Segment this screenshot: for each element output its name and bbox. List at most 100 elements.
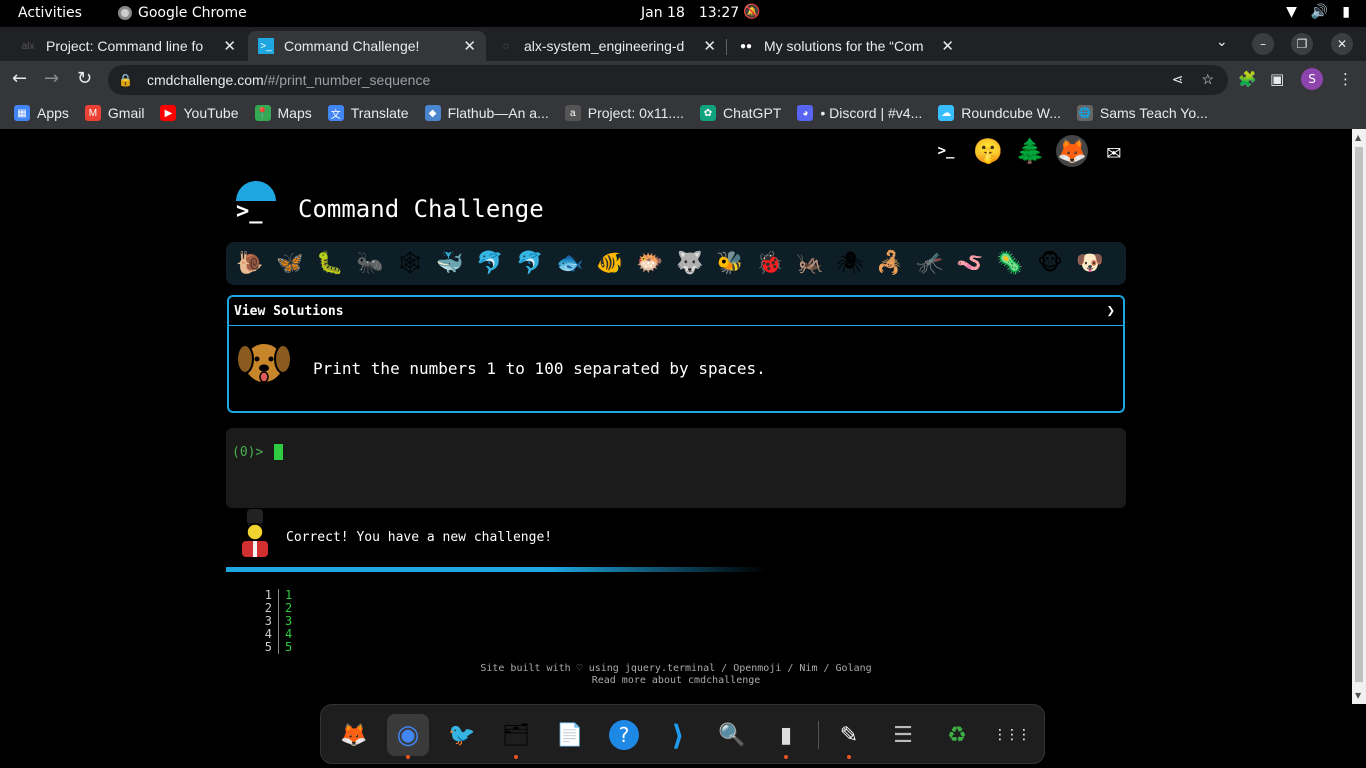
bookmark-flathub[interactable]: ◆ Flathub—An a... xyxy=(424,105,549,121)
success-message: Correct! You have a new challenge! xyxy=(286,530,553,545)
bookmark-translate[interactable]: 文 Translate xyxy=(327,105,409,121)
challenge-animal-icon[interactable]: 🪱 xyxy=(954,248,986,280)
browser-toolbar: ← → ↻ 🔒 cmdchallenge.com/#/print_number_… xyxy=(0,61,1366,97)
bookmark-gmail[interactable]: M Gmail xyxy=(84,105,144,121)
challenge-animal-icon[interactable]: 🐬 xyxy=(474,248,506,280)
clock[interactable]: Jan 18 13:27 xyxy=(641,5,739,21)
do-not-disturb-icon: 🔕 xyxy=(743,4,761,20)
address-bar[interactable]: 🔒 cmdchallenge.com/#/print_number_sequen… xyxy=(108,65,1228,95)
bookmark-apps[interactable]: ▦ Apps xyxy=(14,105,69,121)
system-tray[interactable]: ▼ 🔊 ▮ xyxy=(1286,4,1350,20)
challenge-animal-icon[interactable]: 🦠 xyxy=(994,248,1026,280)
dock-show-apps[interactable]: ⋮⋮⋮ xyxy=(990,714,1032,756)
challenge-animal-icon[interactable]: 🐺 xyxy=(674,248,706,280)
umbrella-icon xyxy=(236,181,276,201)
challenge-animal-icon[interactable]: 🐟 xyxy=(554,248,586,280)
scroll-up-icon[interactable]: ▲ xyxy=(1355,133,1361,142)
gitlab-icon[interactable]: 🦊 xyxy=(1056,135,1088,167)
bookmark-chatgpt[interactable]: ✿ ChatGPT xyxy=(699,105,781,121)
close-tab-icon[interactable]: ✕ xyxy=(703,37,716,55)
bookmark-maps[interactable]: 📍 Maps xyxy=(254,105,312,121)
dock-help[interactable]: ? xyxy=(603,714,645,756)
challenge-animal-icon[interactable]: 🕸 xyxy=(394,248,426,280)
tab-my-solutions[interactable]: ●● My solutions for the “Com ✕ xyxy=(728,31,964,61)
forward-button[interactable]: → xyxy=(44,68,59,89)
dock-screenshot[interactable]: 🔍 xyxy=(711,714,753,756)
view-solutions-toggle[interactable]: View Solutions xyxy=(229,297,1123,326)
challenge-animal-icon[interactable]: 🐵 xyxy=(1034,248,1066,280)
bookmark-roundcube[interactable]: ☁ Roundcube W... xyxy=(938,105,1061,121)
tree-icon[interactable]: 🌲 xyxy=(1014,135,1046,167)
terminal-input[interactable]: (0)> xyxy=(226,428,1126,508)
challenge-animal-icon[interactable]: 🐠 xyxy=(594,248,626,280)
tab-separator xyxy=(726,39,727,55)
challenge-animal-icon[interactable]: 🐳 xyxy=(434,248,466,280)
share-icon[interactable]: ⋖ xyxy=(1172,71,1184,88)
minimize-button[interactable]: – xyxy=(1252,33,1274,55)
bookmark-sams[interactable]: 🌐 Sams Teach Yo... xyxy=(1076,105,1208,121)
tab-command-challenge[interactable]: >_ Command Challenge! ✕ xyxy=(248,31,486,61)
challenge-animal-icon[interactable]: 🐌 xyxy=(234,248,266,280)
dock-chrome[interactable]: ◉ xyxy=(387,714,429,756)
side-panel-icon[interactable]: ▣ xyxy=(1270,70,1284,88)
screenshot-icon: 🔍 xyxy=(718,722,746,748)
close-tab-icon[interactable]: ✕ xyxy=(223,37,236,55)
challenge-animal-icon[interactable]: 🐬 xyxy=(514,248,546,280)
dock-trash[interactable]: ♻ xyxy=(936,714,978,756)
challenge-animal-icon[interactable]: 🐛 xyxy=(314,248,346,280)
chrome-icon xyxy=(118,6,132,20)
volume-icon: 🔊 xyxy=(1310,4,1329,20)
challenge-animal-icon[interactable]: 🐶 xyxy=(1074,248,1106,280)
terminal-logo-icon[interactable]: >_ xyxy=(930,135,962,167)
close-tab-icon[interactable]: ✕ xyxy=(463,37,476,55)
app-menu[interactable]: Google Chrome xyxy=(118,5,247,21)
profile-avatar[interactable]: S xyxy=(1301,68,1323,90)
reload-button[interactable]: ↻ xyxy=(77,68,92,89)
lock-icon[interactable]: 🔒 xyxy=(118,73,133,87)
dock: 🦊 ◉ 🐦 🗂 📄 ? ⟩ 🔍 ▮ ✎ ☰ ♻ ⋮⋮⋮ xyxy=(320,704,1045,764)
tab-search-chevron-icon[interactable]: ⌄ xyxy=(1216,34,1228,50)
activities-button[interactable]: Activities xyxy=(18,5,82,21)
vscode-icon: ⟩ xyxy=(671,718,685,752)
challenge-animal-icon[interactable]: 🦟 xyxy=(914,248,946,280)
scroll-down-icon[interactable]: ▼ xyxy=(1355,691,1361,700)
close-window-button[interactable]: ✕ xyxy=(1331,33,1353,55)
dock-terminal[interactable]: ▮ xyxy=(765,714,807,756)
footer-read-more-link[interactable]: Read more about cmdchallenge xyxy=(0,675,1352,686)
scrollbar-thumb[interactable] xyxy=(1355,147,1363,682)
bookmark-youtube[interactable]: ▶ YouTube xyxy=(160,105,239,121)
challenge-animal-icon[interactable]: 🐜 xyxy=(354,248,386,280)
menu-kebab-icon[interactable]: ⋮ xyxy=(1338,70,1353,88)
bookmark-star-icon[interactable]: ☆ xyxy=(1201,71,1214,88)
bookmark-discord[interactable]: ◕ • Discord | #v4... xyxy=(797,105,922,121)
extensions-icon[interactable]: 🧩 xyxy=(1238,70,1257,88)
dock-text-editor[interactable]: ✎ xyxy=(828,714,870,756)
alx-icon: a xyxy=(564,105,581,121)
envelope-icon[interactable]: ✉ xyxy=(1098,135,1130,167)
challenge-animal-icon[interactable]: 🐡 xyxy=(634,248,666,280)
restore-button[interactable]: ❐ xyxy=(1291,33,1313,55)
challenge-animal-icon[interactable]: 🦋 xyxy=(274,248,306,280)
tab-alx-system-engineering[interactable]: ◌ alx-system_engineering-d ✕ xyxy=(488,31,726,61)
challenge-animal-icon[interactable]: 🕷 xyxy=(834,248,866,280)
shushing-face-icon[interactable]: 🤫 xyxy=(972,135,1004,167)
page-scrollbar[interactable]: ▲ ▼ xyxy=(1352,129,1366,704)
dock-vscode[interactable]: ⟩ xyxy=(657,714,699,756)
back-button[interactable]: ← xyxy=(12,68,27,89)
dock-thunderbird[interactable]: 🐦 xyxy=(441,714,483,756)
close-tab-icon[interactable]: ✕ xyxy=(941,37,954,55)
chevron-right-icon[interactable]: ❯ xyxy=(1107,303,1115,319)
chrome-icon: ◉ xyxy=(396,720,420,750)
dock-notes[interactable]: ☰ xyxy=(882,714,924,756)
bookmark-project[interactable]: a Project: 0x11.... xyxy=(564,105,684,121)
challenge-animal-icon[interactable]: 🐞 xyxy=(754,248,786,280)
dock-firefox[interactable]: 🦊 xyxy=(333,714,375,756)
challenge-animal-icon[interactable]: 🐝 xyxy=(714,248,746,280)
tab-project-command-line[interactable]: alx Project: Command line fo ✕ xyxy=(10,31,246,61)
dock-files[interactable]: 🗂 xyxy=(495,714,537,756)
site-logo[interactable]: >_ xyxy=(234,181,276,224)
dog-icon xyxy=(236,342,292,384)
challenge-animal-icon[interactable]: 🦗 xyxy=(794,248,826,280)
dock-writer[interactable]: 📄 xyxy=(549,714,591,756)
challenge-animal-icon[interactable]: 🦂 xyxy=(874,248,906,280)
